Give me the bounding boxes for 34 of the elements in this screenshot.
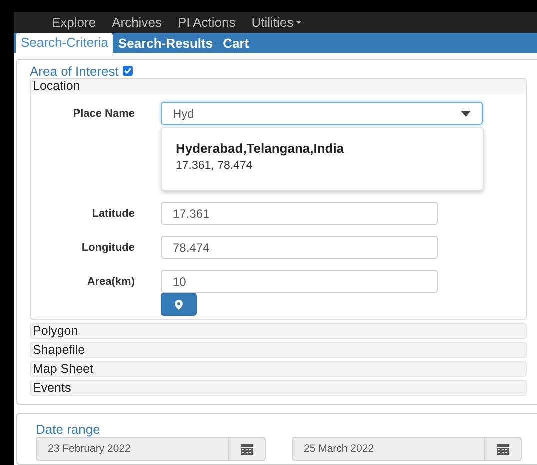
- accordion-header[interactable]: Shapefile: [30, 342, 527, 358]
- accordion-header[interactable]: Events: [30, 380, 527, 396]
- map-pin-icon: [175, 300, 183, 310]
- nav-link[interactable]: Explore: [44, 15, 104, 30]
- accordion-header[interactable]: Polygon: [30, 323, 527, 339]
- tab[interactable]: Search-Criteria: [16, 33, 114, 53]
- tab[interactable]: Search-Results: [113, 34, 218, 53]
- nav-link[interactable]: Archives: [104, 15, 170, 30]
- caret-icon: [296, 21, 302, 24]
- tab[interactable]: Cart: [218, 34, 254, 53]
- suggestion-dropdown[interactable]: Hyderabad,Telangana,India 17.361, 78.474: [161, 127, 484, 191]
- calendar-icon: [241, 444, 253, 454]
- field-label: Area(km): [86, 276, 135, 288]
- suggestion-name: Hyderabad,Telangana,India: [176, 141, 346, 156]
- date-field[interactable]: 23 February 2022: [36, 437, 266, 461]
- panel-header[interactable]: Location: [31, 79, 526, 94]
- field-label: Place Name: [72, 108, 135, 120]
- input-field[interactable]: 17.361: [161, 202, 438, 225]
- field-label: Longitude: [80, 242, 135, 254]
- calendar-icon: [497, 444, 509, 454]
- field-label: Latitude: [91, 208, 135, 220]
- nav-link[interactable]: Utilities: [244, 15, 310, 30]
- input-field[interactable]: 10: [161, 270, 438, 293]
- nav-link[interactable]: PI Actions: [170, 15, 244, 30]
- accordion-header[interactable]: Map Sheet: [30, 361, 527, 377]
- location-button[interactable]: [161, 293, 197, 316]
- dropdown-arrow-icon: [461, 110, 471, 116]
- input-field[interactable]: 78.474: [161, 236, 438, 259]
- date-field[interactable]: 25 March 2022: [292, 437, 522, 461]
- section-title: Date range: [36, 422, 102, 437]
- section-title: Area of Interest: [30, 64, 119, 78]
- suggestion-coordinates: 17.361, 78.474: [176, 160, 254, 172]
- checkbox[interactable]: [122, 66, 133, 76]
- place-select[interactable]: Hyd: [161, 102, 483, 125]
